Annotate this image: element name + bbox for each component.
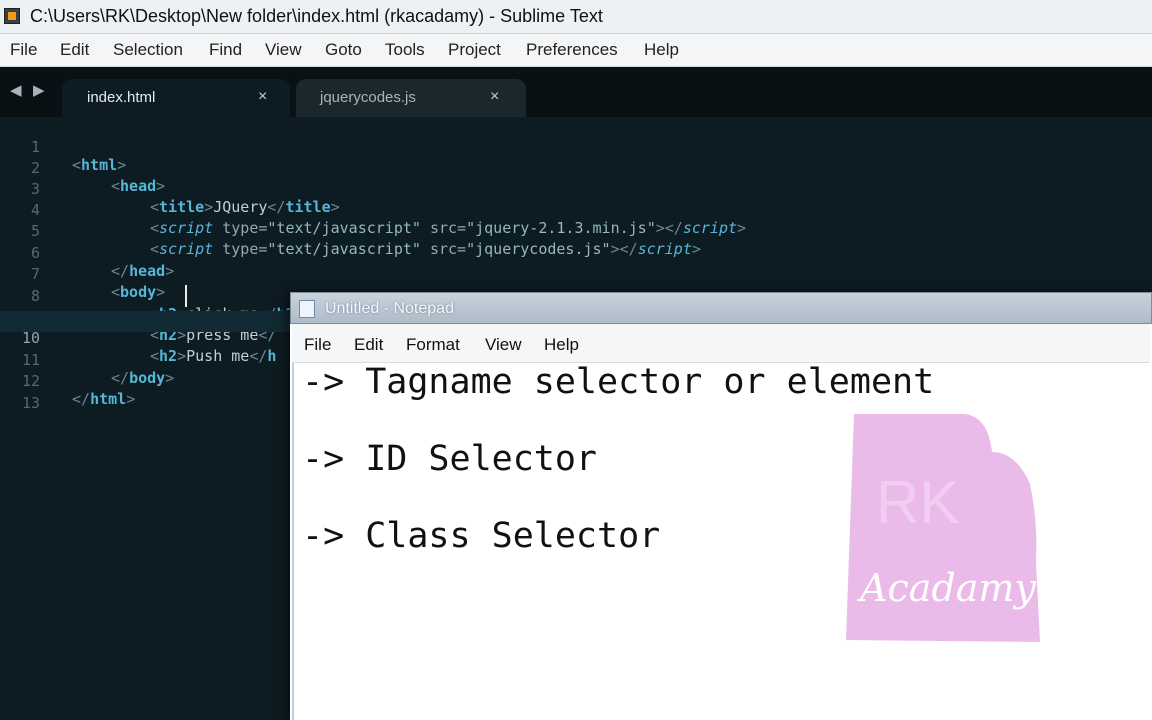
sublime-menubar: File Edit Selection Find View Goto Tools… xyxy=(0,34,1152,67)
code-line: 5 <script type="text/javascript" src="jq… xyxy=(0,204,1152,258)
menu-project[interactable]: Project xyxy=(448,40,501,60)
rk-acadamy-watermark: RK Acadamy xyxy=(846,412,1040,644)
code-line: 7 <body> xyxy=(0,247,1152,301)
close-icon[interactable]: × xyxy=(490,88,499,106)
watermark-rk-text: RK xyxy=(876,469,960,536)
notepad-menu-file[interactable]: File xyxy=(304,335,331,355)
code-line: 4 <script type="text/javascript" src="jq… xyxy=(0,183,1152,237)
window-title: C:\Users\RK\Desktop\New folder\index.htm… xyxy=(30,6,603,26)
notepad-line: -> Tagname selector or element xyxy=(302,362,935,402)
menu-selection[interactable]: Selection xyxy=(113,40,183,60)
tab-scroll-left-icon[interactable]: ◀ xyxy=(10,81,22,99)
menu-help[interactable]: Help xyxy=(644,40,679,60)
line-number: 13 xyxy=(21,394,40,412)
code-line: 3 <title>JQuery</title> xyxy=(0,162,1152,216)
code-line: 8 <h2>click me</h2> xyxy=(0,269,1152,323)
menu-goto[interactable]: Goto xyxy=(325,40,362,60)
menu-edit[interactable]: Edit xyxy=(60,40,89,60)
tab-index-html[interactable]: index.html × xyxy=(62,79,290,117)
menu-tools[interactable]: Tools xyxy=(385,40,425,60)
notepad-line: -> ID Selector xyxy=(302,439,598,479)
notepad-menu-edit[interactable]: Edit xyxy=(354,335,383,355)
text-cursor-icon xyxy=(183,285,189,307)
tab-jquerycodes-js[interactable]: jquerycodes.js × xyxy=(296,79,526,117)
tab-label: jquerycodes.js xyxy=(320,89,416,106)
tab-scroll-right-icon[interactable]: ▶ xyxy=(33,81,45,99)
notepad-menu-view[interactable]: View xyxy=(485,335,522,355)
notepad-line: -> Class Selector xyxy=(302,516,661,556)
menu-find[interactable]: Find xyxy=(209,40,242,60)
code-line: 2 <head> xyxy=(0,141,1152,195)
notepad-title: Untitled - Notepad xyxy=(325,300,454,317)
tab-bar: ◀ ▶ index.html × jquerycodes.js × xyxy=(0,67,1152,117)
code-line: 1 <html> xyxy=(0,120,1152,174)
watermark-acadamy-text: Acadamy xyxy=(860,566,1036,610)
notepad-menu-help[interactable]: Help xyxy=(544,335,579,355)
notepad-menubar: File Edit Format View Help xyxy=(292,324,1150,363)
notepad-titlebar[interactable]: Untitled - Notepad xyxy=(290,292,1152,324)
notepad-icon xyxy=(299,300,315,318)
menu-file[interactable]: File xyxy=(10,40,37,60)
sublime-titlebar: C:\Users\RK\Desktop\New folder\index.htm… xyxy=(0,0,1152,34)
tab-label: index.html xyxy=(87,89,156,106)
notepad-menu-format[interactable]: Format xyxy=(406,335,460,355)
close-icon[interactable]: × xyxy=(258,88,267,106)
sublime-app-icon xyxy=(4,8,20,24)
menu-preferences[interactable]: Preferences xyxy=(526,40,618,60)
menu-view[interactable]: View xyxy=(265,40,302,60)
code-line: 6 </head> xyxy=(0,226,1152,280)
